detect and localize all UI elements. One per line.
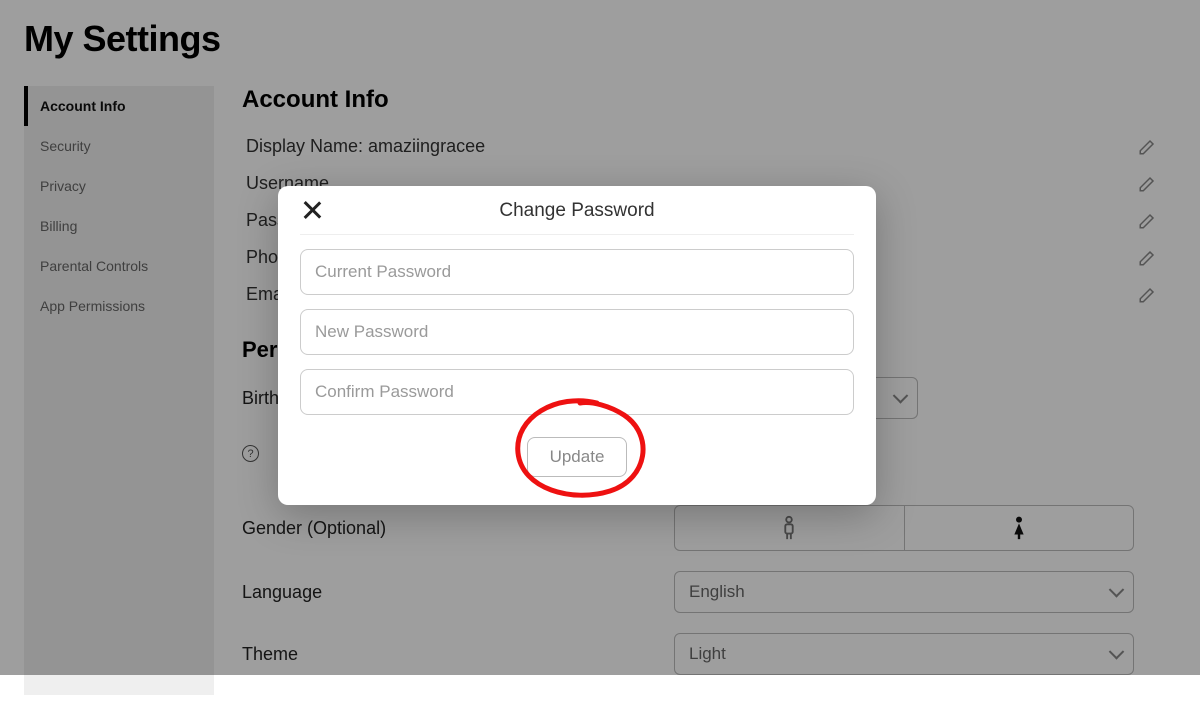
close-icon[interactable]	[300, 198, 324, 222]
update-button[interactable]: Update	[527, 437, 628, 477]
modal-title: Change Password	[499, 200, 654, 222]
current-password-input[interactable]	[300, 249, 854, 295]
change-password-modal: Change Password Update	[278, 186, 876, 505]
new-password-input[interactable]	[300, 309, 854, 355]
confirm-password-input[interactable]	[300, 369, 854, 415]
